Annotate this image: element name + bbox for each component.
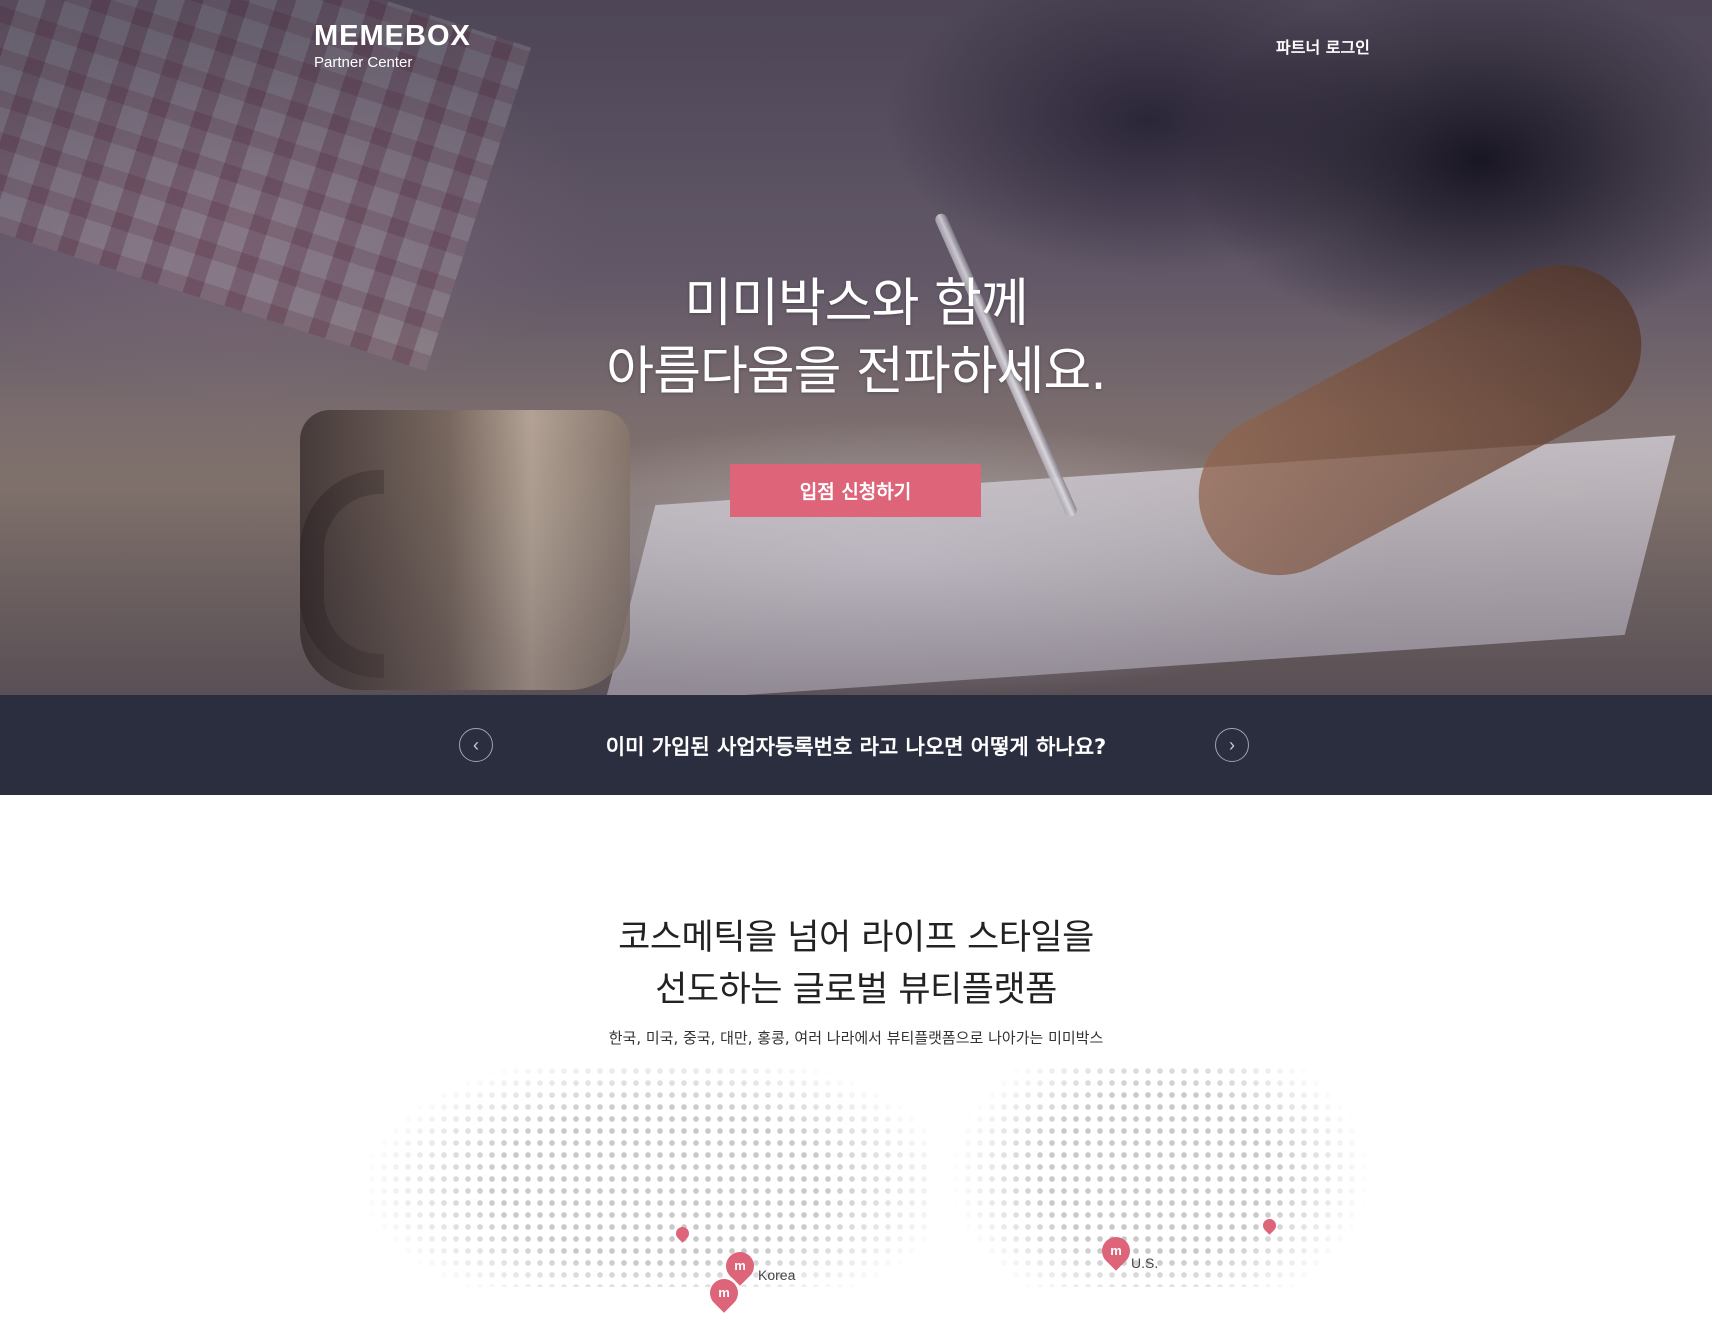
chevron-right-icon: › [1229,735,1235,755]
memebox-pin-icon: m [718,1285,730,1300]
logo-subtitle: Partner Center [314,54,413,71]
map-pin-us[interactable]: m [1096,1231,1136,1271]
logo-main: MEMEBOX [314,20,471,52]
map-region-asia [330,1065,930,1287]
world-map: m Korea m m U.S. [330,1065,1380,1313]
logo[interactable]: MEMEBOX Partner Center [314,20,471,72]
apply-button[interactable]: 입점 신청하기 [730,464,981,517]
map-label-korea: Korea [758,1267,796,1283]
map-label-us: U.S. [1131,1255,1159,1271]
chevron-left-icon: ‹ [473,735,479,755]
platform-heading-line2: 선도하는 글로벌 뷰티플랫폼 [655,970,1057,1010]
map-pin-china[interactable]: m [704,1273,744,1313]
faq-notice-bar: 이미 가입된 사업자등록번호 라고 나오면 어떻게 하나요? [0,695,1712,795]
platform-subtitle: 한국, 미국, 중국, 대만, 홍콩, 여러 나라에서 뷰티플랫폼으로 나아가는… [608,1029,1104,1047]
platform-heading: 코스메틱을 넘어 라이프 스타일을 선도하는 글로벌 뷰티플랫폼 [0,912,1712,1016]
hero-headline: 미미박스와 함께 아름다움을 전파하세요. [0,270,1712,406]
memebox-pin-icon: m [1110,1243,1122,1258]
faq-notice-text[interactable]: 이미 가입된 사업자등록번호 라고 나오면 어떻게 하나요? [0,731,1712,761]
notice-next-button[interactable]: › [1215,728,1249,762]
map-region-americas [950,1065,1380,1287]
hero-headline-line1: 미미박스와 함께 [684,274,1028,334]
hero-headline-line2: 아름다움을 전파하세요. [606,342,1106,402]
partner-login-link[interactable]: 파트너 로그인 [1276,34,1370,58]
notice-prev-button[interactable]: ‹ [459,728,493,762]
memebox-pin-icon: m [734,1258,746,1273]
platform-heading-line1: 코스메틱을 넘어 라이프 스타일을 [618,918,1094,958]
